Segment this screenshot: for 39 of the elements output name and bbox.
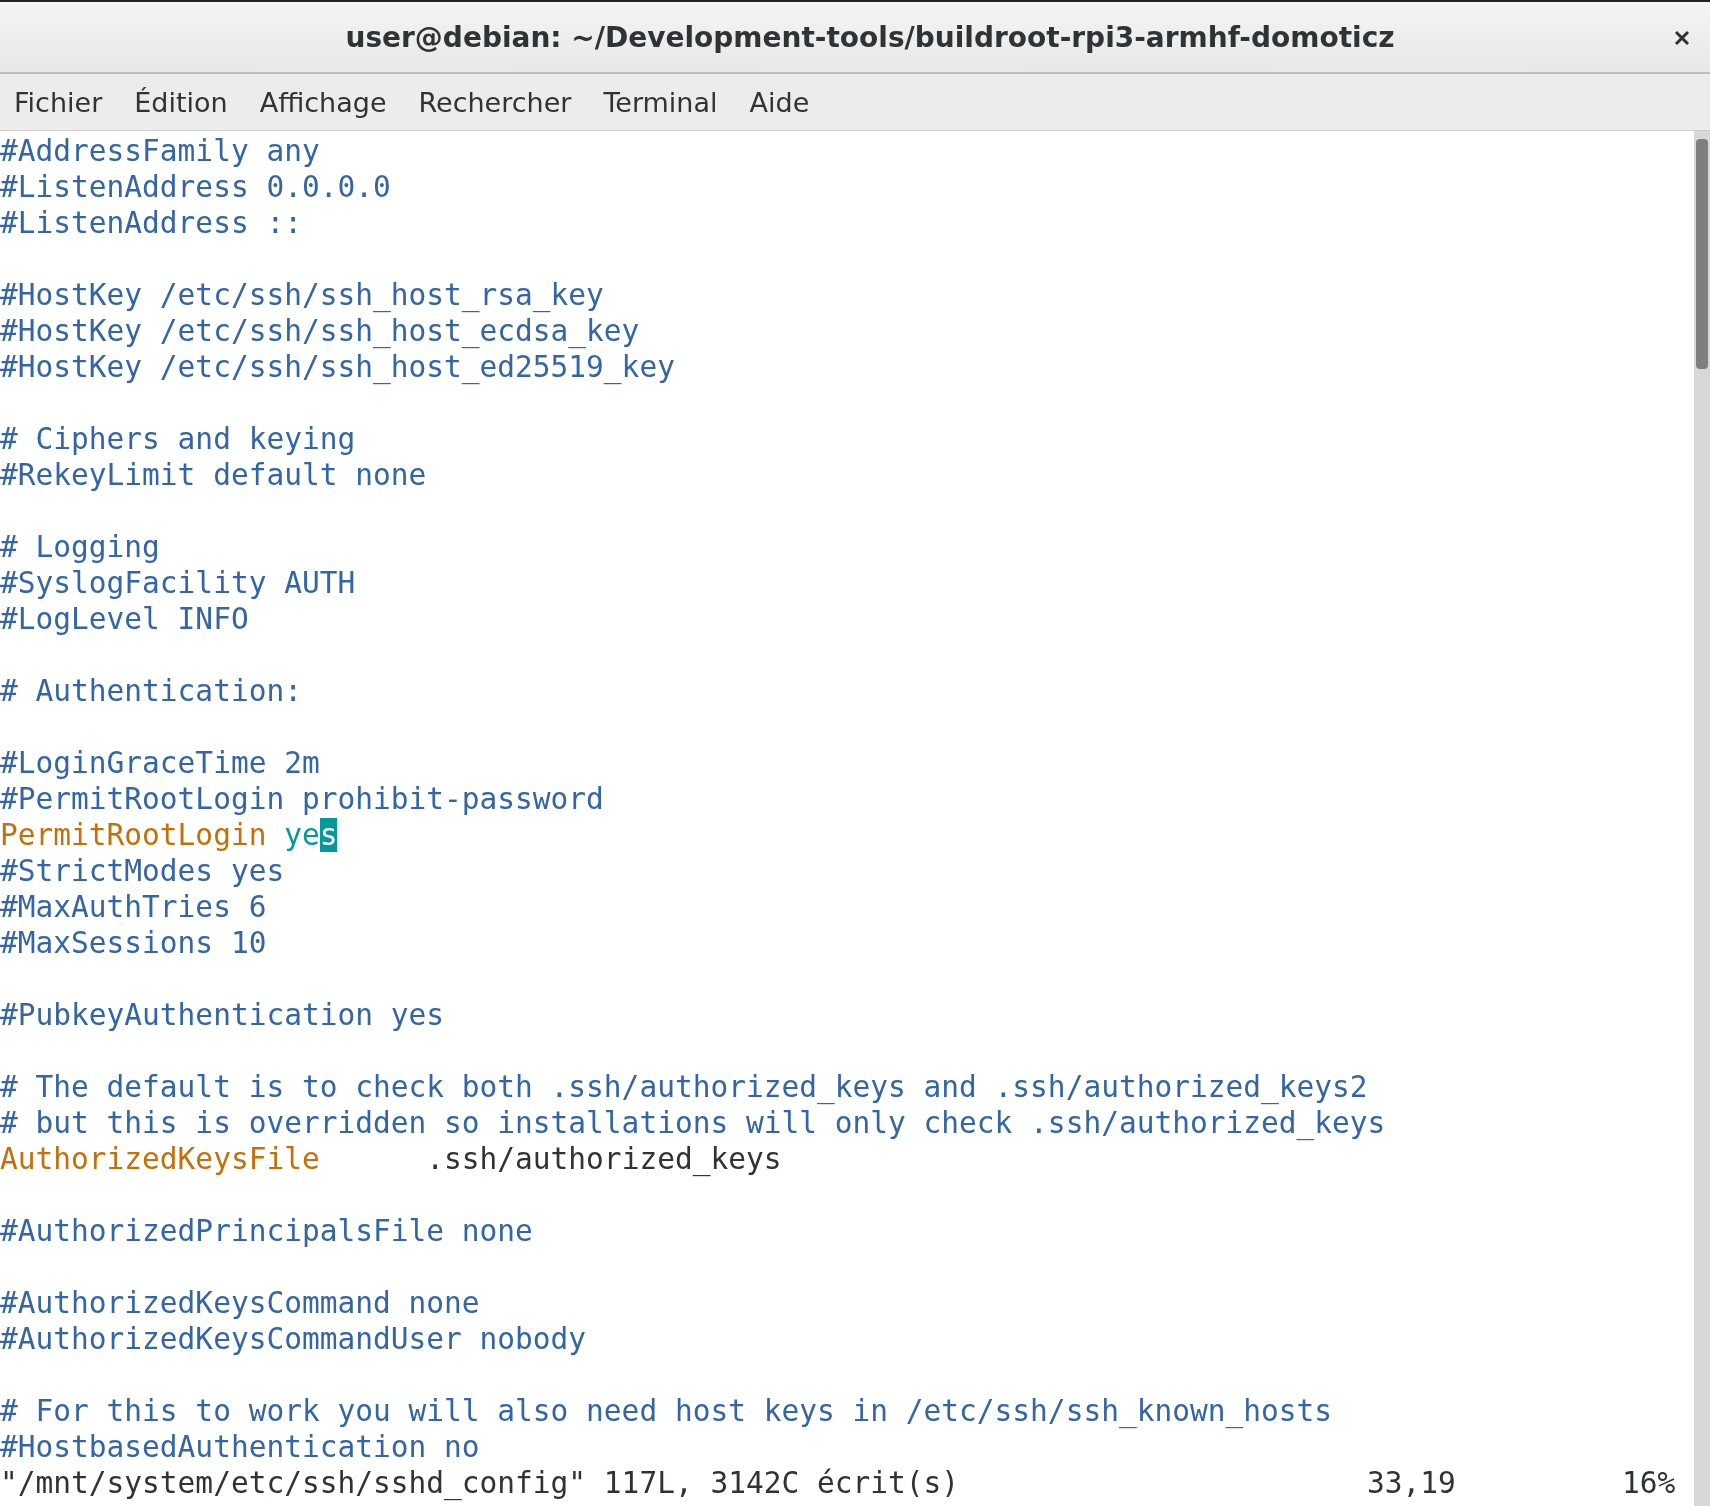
menu-item[interactable]: Rechercher [418,86,572,118]
menu-item[interactable]: Affichage [259,86,387,118]
close-icon [1673,29,1691,47]
code-line: #PubkeyAuthentication yes [0,997,445,1033]
code-line: #ListenAddress 0.0.0.0 [0,169,392,205]
code-line: PermitRootLogin yes [0,817,339,853]
cursor-position: 33,19 [1367,1465,1457,1501]
code-line: #HostKey /etc/ssh/ssh_host_ed25519_key [0,349,676,385]
code-line: # but this is overridden so installations will only check .ssh/authorized_keys [0,1105,1387,1141]
code-line: # Logging [0,529,161,565]
code-line: #ListenAddress :: [0,205,303,241]
code-line: # Ciphers and keying [0,421,357,457]
code-line: #SyslogFacility AUTH [0,565,357,601]
status-message: "/mnt/system/etc/ssh/sshd_config" 117L, 3142C écrit(s) [0,1465,961,1501]
code-line: #AddressFamily any [0,133,321,169]
scroll-percent: 16% [1622,1465,1676,1501]
code-line: #LogLevel INFO [0,601,250,637]
menu-item[interactable]: Aide [749,86,810,118]
code-line: # For this to work you will also need host keys in /etc/ssh/ssh_known_hosts [0,1393,1334,1429]
code-line: #RekeyLimit default none [0,457,428,493]
code-line: #HostKey /etc/ssh/ssh_host_rsa_key [0,277,605,313]
code-line: #LoginGraceTime 2m [0,745,321,781]
code-line: #AuthorizedKeysCommand none [0,1285,481,1321]
window-title: user@debian: ~/Development-tools/buildroot-rpi3-armhf-domoticz [345,20,1395,54]
code-line: AuthorizedKeysFile .ssh/authorized_keys [0,1141,783,1177]
menu-item[interactable]: Fichier [14,86,103,118]
code-line: #MaxAuthTries 6 [0,889,268,925]
code-line: #MaxSessions 10 [0,925,268,961]
code-line: #AuthorizedKeysCommandUser nobody [0,1321,588,1357]
code-line: # Authentication: [0,673,303,709]
code-line: #HostbasedAuthentication no [0,1429,481,1465]
code-line: #HostKey /etc/ssh/ssh_host_ecdsa_key [0,313,641,349]
menu-item[interactable]: Terminal [603,86,718,118]
menu-item[interactable]: Édition [134,86,228,118]
code-line: #PermitRootLogin prohibit-password [0,781,605,817]
code-line: #AuthorizedPrincipalsFile none [0,1213,534,1249]
code-line: # The default is to check both .ssh/authorized_keys and .ssh/authorized_keys2 [0,1069,1369,1105]
code-line: #StrictModes yes [0,853,286,889]
scrollbar[interactable] [1694,131,1710,1506]
